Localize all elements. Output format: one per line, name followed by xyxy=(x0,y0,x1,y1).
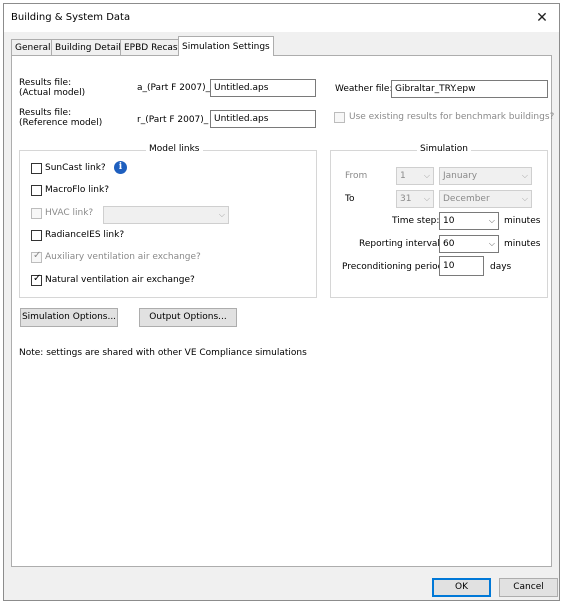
weather-file-input[interactable]: Gibraltar_TRY.epw xyxy=(391,80,548,98)
chevron-down-icon: ⌵ xyxy=(218,210,225,219)
simulation-title: Simulation xyxy=(417,144,471,154)
macroflo-checkbox[interactable] xyxy=(31,185,42,196)
reference-results-input[interactable]: Untitled.aps xyxy=(210,110,316,128)
preconditioning-label: Preconditioning period: xyxy=(342,262,447,272)
timestep-dropdown[interactable]: 10 ⌵ xyxy=(439,212,499,230)
to-month-dropdown[interactable]: December ⌵ xyxy=(439,190,532,208)
tab-general[interactable]: General xyxy=(11,39,55,55)
actual-results-input[interactable]: Untitled.aps xyxy=(210,79,316,97)
checkmark-icon: ✓ xyxy=(33,273,42,284)
cancel-button[interactable]: Cancel xyxy=(499,578,558,597)
ok-button[interactable]: OK xyxy=(432,578,491,597)
reference-results-label: Results file: xyxy=(19,108,72,118)
macroflo-label: MacroFlo link? xyxy=(45,185,109,195)
benchmark-checkbox[interactable] xyxy=(334,112,345,123)
chevron-down-icon: ⌵ xyxy=(521,194,528,203)
tab-simulation-settings[interactable]: Simulation Settings xyxy=(178,36,274,56)
dialog-window: Building & System Data ✕ General Buildin… xyxy=(3,3,560,601)
to-day-value: 31 xyxy=(400,194,412,204)
timestep-unit: minutes xyxy=(504,216,541,226)
preconditioning-input[interactable]: 10 xyxy=(439,256,484,276)
checkmark-icon: ✓ xyxy=(33,250,42,261)
output-options-button[interactable]: Output Options... xyxy=(139,308,237,327)
note-text: Note: settings are shared with other VE … xyxy=(19,348,307,358)
chevron-down-icon: ⌵ xyxy=(423,194,430,203)
timestep-label: Time step: xyxy=(392,216,440,226)
aux-vent-checkbox[interactable]: ✓ xyxy=(31,250,42,263)
chevron-down-icon: ⌵ xyxy=(423,171,430,180)
chevron-down-icon: ⌵ xyxy=(521,171,528,180)
info-icon[interactable]: i xyxy=(114,161,127,174)
reporting-interval-value: 60 xyxy=(443,239,455,249)
actual-results-label: Results file: xyxy=(19,78,72,88)
reference-results-sublabel: (Reference model) xyxy=(19,118,103,128)
simulation-options-button[interactable]: Simulation Options... xyxy=(20,308,118,327)
aux-vent-label: Auxiliary ventilation air exchange? xyxy=(45,252,201,262)
suncast-checkbox[interactable] xyxy=(31,163,42,174)
from-day-dropdown[interactable]: 1 ⌵ xyxy=(396,167,434,185)
to-label: To xyxy=(345,194,355,204)
from-day-value: 1 xyxy=(400,171,406,181)
reporting-interval-unit: minutes xyxy=(504,239,541,249)
timestep-value: 10 xyxy=(443,216,455,226)
to-month-value: December xyxy=(443,194,490,204)
reporting-interval-label: Reporting interval: xyxy=(359,239,443,249)
reporting-interval-dropdown[interactable]: 60 ⌵ xyxy=(439,235,499,253)
hvac-checkbox[interactable] xyxy=(31,208,42,219)
hvac-dropdown[interactable]: ⌵ xyxy=(103,206,229,224)
from-month-value: January xyxy=(443,171,478,181)
tab-building-details[interactable]: Building Details xyxy=(51,39,130,55)
window-title: Building & System Data xyxy=(11,12,131,23)
radiance-label: RadianceIES link? xyxy=(45,230,125,240)
hvac-label: HVAC link? xyxy=(45,208,94,218)
actual-results-prefix: a_(Part F 2007)_ xyxy=(137,83,211,93)
from-label: From xyxy=(345,171,368,181)
to-day-dropdown[interactable]: 31 ⌵ xyxy=(396,190,434,208)
tab-epbd-recast[interactable]: EPBD Recast xyxy=(120,39,186,55)
chevron-down-icon: ⌵ xyxy=(488,239,495,248)
nat-vent-label: Natural ventilation air exchange? xyxy=(45,275,195,285)
nat-vent-checkbox[interactable]: ✓ xyxy=(31,273,42,286)
from-month-dropdown[interactable]: January ⌵ xyxy=(439,167,532,185)
suncast-label: SunCast link? xyxy=(45,163,106,173)
close-icon[interactable]: ✕ xyxy=(531,7,553,29)
chevron-down-icon: ⌵ xyxy=(488,216,495,225)
benchmark-label: Use existing results for benchmark build… xyxy=(349,112,555,122)
preconditioning-unit: days xyxy=(490,262,512,272)
weather-file-label: Weather file: xyxy=(335,84,393,94)
title-bar: Building & System Data ✕ xyxy=(4,4,559,32)
reference-results-prefix: r_(Part F 2007)_ xyxy=(137,115,209,125)
radiance-checkbox[interactable] xyxy=(31,230,42,241)
model-links-title: Model links xyxy=(146,144,203,154)
actual-results-sublabel: (Actual model) xyxy=(19,88,86,98)
